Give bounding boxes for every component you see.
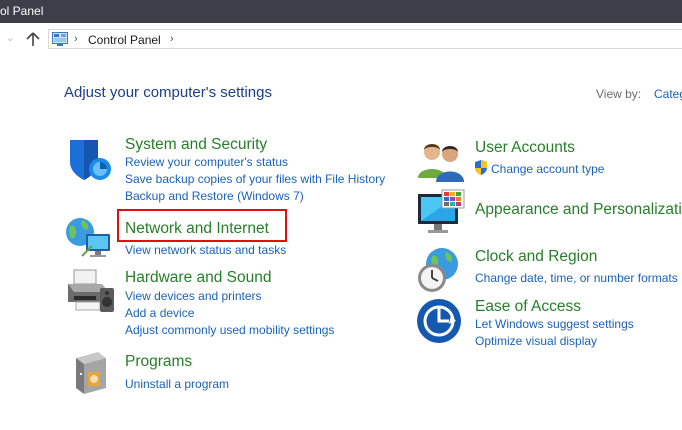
link-review-status[interactable]: Review your computer's status (125, 154, 288, 170)
category-title-system-security[interactable]: System and Security (125, 135, 267, 154)
uac-shield-icon (475, 160, 487, 175)
link-add-device[interactable]: Add a device (125, 305, 194, 321)
control-panel-icon (52, 32, 68, 46)
link-backup-restore[interactable]: Backup and Restore (Windows 7) (125, 188, 304, 204)
address-row: ⌄ › Control Panel › (0, 23, 682, 57)
breadcrumb-chevron-icon[interactable]: › (74, 31, 78, 47)
breadcrumb-control-panel[interactable]: Control Panel (88, 32, 161, 48)
monitor-icon[interactable] (416, 188, 466, 238)
link-optimize-display[interactable]: Optimize visual display (475, 333, 597, 349)
window-titlebar: ol Panel (0, 0, 682, 23)
category-title-appearance[interactable]: Appearance and Personalizatio (475, 200, 682, 219)
link-uninstall-program[interactable]: Uninstall a program (125, 376, 229, 392)
link-mobility-settings[interactable]: Adjust commonly used mobility settings (125, 322, 334, 338)
users-icon[interactable] (416, 138, 466, 182)
link-network-status[interactable]: View network status and tasks (125, 242, 286, 258)
link-date-time-formats[interactable]: Change date, time, or number formats (475, 270, 678, 286)
category-title-user-accounts[interactable]: User Accounts (475, 138, 575, 157)
category-title-hardware[interactable]: Hardware and Sound (125, 268, 272, 287)
link-windows-suggest[interactable]: Let Windows suggest settings (475, 316, 634, 332)
programs-box-icon[interactable] (72, 350, 110, 396)
link-devices-printers[interactable]: View devices and printers (125, 288, 262, 304)
link-file-history[interactable]: Save backup copies of your files with Fi… (125, 171, 385, 187)
breadcrumb-chevron-icon[interactable]: › (170, 31, 174, 47)
view-by-dropdown[interactable]: Categ (654, 87, 682, 101)
address-bar[interactable]: › Control Panel › (48, 29, 682, 49)
ease-of-access-icon[interactable] (416, 298, 462, 344)
highlight-box (117, 209, 287, 242)
shield-icon[interactable] (66, 136, 114, 184)
page-heading: Adjust your computer's settings (64, 84, 272, 101)
clock-globe-icon[interactable] (416, 246, 464, 294)
category-title-ease[interactable]: Ease of Access (475, 297, 581, 316)
recent-locations-chevron-icon[interactable]: ⌄ (6, 32, 20, 46)
view-by-label: View by: (596, 87, 642, 101)
link-change-account-type[interactable]: Change account type (491, 161, 604, 177)
globe-network-icon[interactable] (64, 212, 116, 262)
printer-icon[interactable] (64, 266, 116, 316)
window-title: ol Panel (0, 4, 44, 18)
category-title-programs[interactable]: Programs (125, 352, 192, 371)
up-arrow-icon[interactable] (24, 30, 42, 48)
category-title-clock[interactable]: Clock and Region (475, 247, 597, 266)
